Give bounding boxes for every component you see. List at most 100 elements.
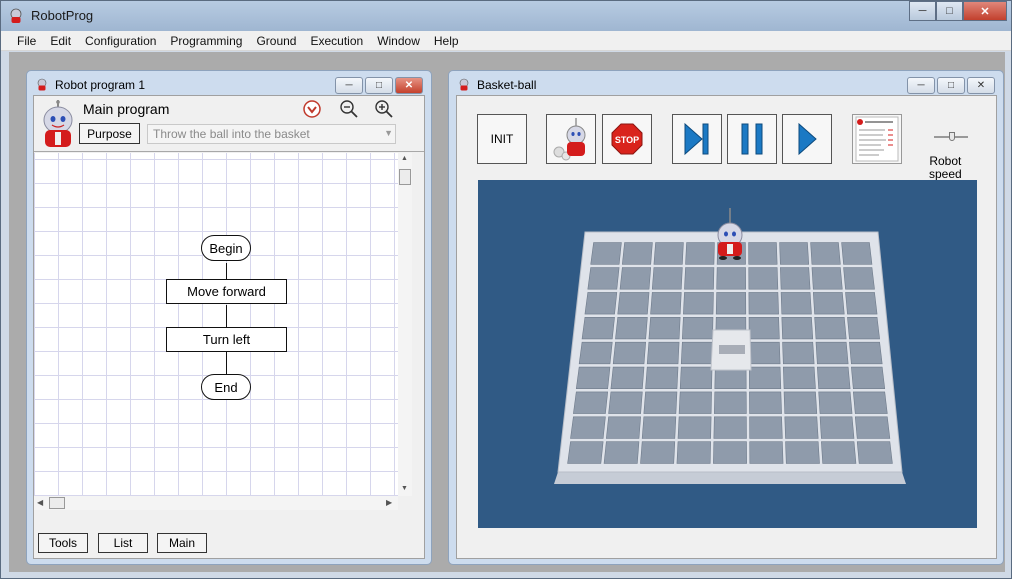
zoom-out-icon[interactable]: [339, 99, 359, 119]
scroll-up-arrow-icon[interactable]: ▲: [401, 155, 408, 162]
board-tile: [779, 242, 810, 265]
flowchart-canvas[interactable]: Begin Move forward Turn left End: [34, 153, 398, 496]
init-button[interactable]: INIT: [477, 114, 527, 164]
menu-execution[interactable]: Execution: [303, 31, 370, 50]
zoom-in-icon[interactable]: [374, 99, 394, 119]
simulation-3d-view[interactable]: [478, 180, 977, 528]
program-close-button[interactable]: ✕: [395, 77, 423, 94]
close-button[interactable]: ✕: [963, 1, 1007, 21]
program-view-tabs: Tools List Main: [34, 518, 424, 558]
board-tile: [643, 391, 678, 414]
board-tile: [851, 366, 886, 390]
program-maximize-button[interactable]: □: [365, 77, 393, 94]
menu-file[interactable]: File: [10, 31, 43, 50]
stop-button[interactable]: STOP: [602, 114, 652, 164]
board-tile: [619, 267, 652, 290]
board-tile: [605, 416, 641, 439]
vertical-scroll-thumb[interactable]: [399, 169, 411, 185]
board-tile: [713, 441, 747, 464]
board-tile: [617, 292, 650, 315]
dropdown-arrow-icon[interactable]: ▼: [384, 128, 393, 138]
scroll-right-arrow-icon[interactable]: ▶: [386, 498, 392, 507]
purpose-button[interactable]: Purpose: [79, 123, 140, 144]
flow-end-node[interactable]: End: [201, 374, 251, 400]
vertical-scrollbar[interactable]: ▲ ▼: [398, 153, 412, 496]
menu-help[interactable]: Help: [427, 31, 466, 50]
program-window-title-bar[interactable]: Robot program 1 ─ □ ✕: [27, 71, 431, 97]
tools-tab[interactable]: Tools: [38, 533, 88, 553]
board-tile: [679, 366, 713, 390]
board-tile: [749, 441, 784, 464]
board-render: [554, 208, 906, 484]
board-tile: [683, 292, 714, 315]
menu-edit[interactable]: Edit: [43, 31, 78, 50]
robot-app-icon: [10, 8, 22, 23]
minimize-button[interactable]: ─: [909, 1, 936, 21]
board-tile: [645, 366, 679, 390]
menu-window[interactable]: Window: [370, 31, 427, 50]
mdi-client-area: Robot program 1 ─ □ ✕ Main program Purpo…: [9, 52, 1005, 572]
horizontal-scroll-thumb[interactable]: [49, 497, 65, 509]
collapse-chevron-icon[interactable]: [302, 99, 322, 119]
board-tile: [748, 316, 780, 340]
horizontal-scrollbar[interactable]: ◀ ▶: [34, 496, 398, 510]
board-tile: [748, 292, 779, 315]
robot-avatar-icon: [43, 100, 73, 147]
flow-connector: [226, 305, 227, 327]
program-minimize-button[interactable]: ─: [335, 77, 363, 94]
board-tile: [612, 341, 647, 365]
step-button[interactable]: [672, 114, 722, 164]
board-tile: [810, 242, 841, 265]
flow-connector: [226, 352, 227, 374]
scroll-left-arrow-icon[interactable]: ◀: [37, 498, 43, 507]
purpose-text: Throw the ball into the basket: [153, 127, 310, 141]
board-tile: [856, 441, 893, 464]
board-tile: [749, 391, 782, 414]
board-tile: [603, 441, 640, 464]
menu-configuration[interactable]: Configuration: [78, 31, 163, 50]
menu-programming[interactable]: Programming: [163, 31, 249, 50]
scroll-down-arrow-icon[interactable]: ▼: [401, 485, 408, 492]
board-tile: [821, 441, 857, 464]
board-tile: [716, 267, 746, 290]
play-button[interactable]: [782, 114, 832, 164]
board-tile: [684, 267, 715, 290]
maximize-button[interactable]: □: [936, 1, 963, 21]
board-tile: [676, 441, 711, 464]
robot-window-icon: [459, 78, 469, 91]
board-tile: [748, 341, 781, 365]
basket-close-button[interactable]: ✕: [967, 77, 995, 94]
purpose-field[interactable]: Throw the ball into the basket ▼: [147, 124, 396, 144]
board-tile: [849, 341, 883, 365]
program-panel: Main program Purpose Throw the ball into…: [33, 95, 425, 559]
menu-bar: File Edit Configuration Programming Grou…: [1, 31, 1011, 51]
board-tile: [780, 267, 811, 290]
board-tile: [615, 316, 648, 340]
speed-slider-thumb[interactable]: [949, 132, 955, 141]
main-tab[interactable]: Main: [157, 533, 207, 553]
flow-move-forward-node[interactable]: Move forward: [166, 279, 287, 304]
board-tile: [715, 292, 747, 315]
program-listing-button[interactable]: [852, 114, 902, 164]
robot-reset-button[interactable]: [546, 114, 596, 164]
board-tile: [653, 242, 684, 265]
flow-begin-node[interactable]: Begin: [201, 235, 251, 261]
menu-ground[interactable]: Ground: [249, 31, 303, 50]
document-listing-icon: [855, 116, 899, 162]
board-tile: [748, 366, 782, 390]
program-window-title: Robot program 1: [55, 78, 146, 92]
app-title-bar[interactable]: RobotProg ─ □ ✕: [1, 1, 1011, 31]
basket-maximize-button[interactable]: □: [937, 77, 965, 94]
basket-window-title-bar[interactable]: Basket-ball ─ □ ✕: [449, 71, 1003, 97]
board-tile: [845, 292, 878, 315]
board-tile: [713, 416, 747, 439]
board-tile: [748, 267, 779, 290]
flow-turn-left-node[interactable]: Turn left: [166, 327, 287, 352]
pause-button[interactable]: [727, 114, 777, 164]
board-tile: [641, 416, 677, 439]
list-tab[interactable]: List: [98, 533, 148, 553]
app-title: RobotProg: [31, 8, 94, 23]
basket-minimize-button[interactable]: ─: [907, 77, 935, 94]
board-tile: [584, 292, 618, 315]
board-tile: [854, 416, 891, 439]
